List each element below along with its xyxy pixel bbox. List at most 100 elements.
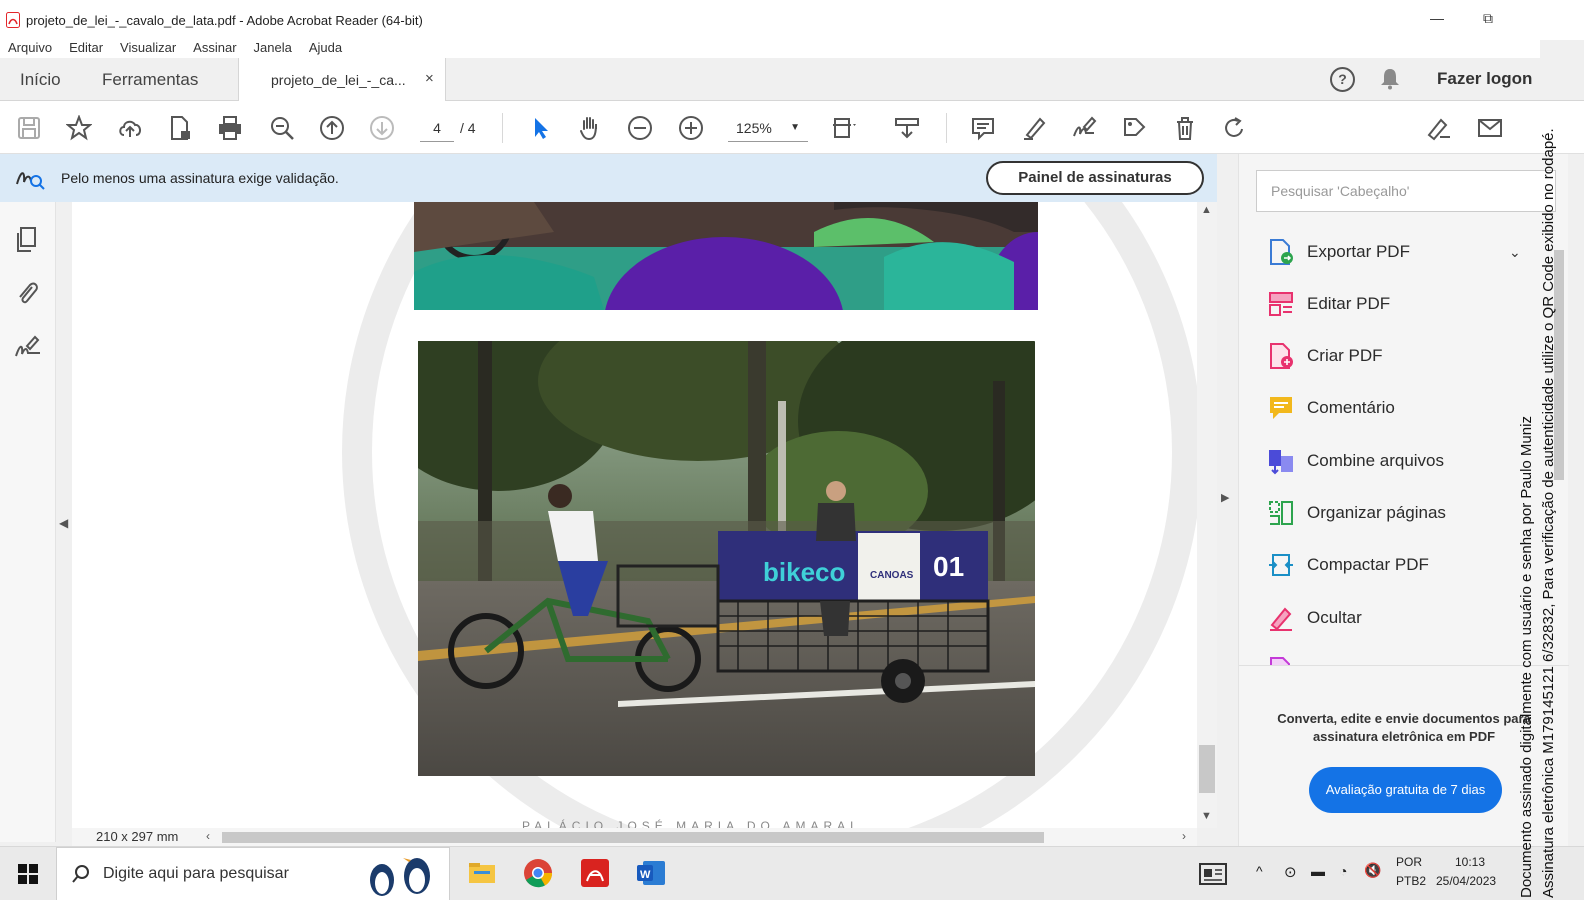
attachments-paperclip-icon[interactable]: [14, 279, 40, 307]
minimize-button[interactable]: —: [1430, 10, 1444, 26]
sign-icon[interactable]: [1070, 114, 1098, 142]
compress-icon: [1269, 554, 1293, 576]
document-viewport[interactable]: bikeco CANOAS 01 PALÁCIO JOSÉ MARIA DO A…: [72, 202, 1197, 828]
help-icon[interactable]: ?: [1330, 67, 1355, 92]
windows-start-icon[interactable]: [18, 864, 38, 884]
tool-organize-pages[interactable]: Organizar páginas: [1267, 497, 1446, 529]
page-fit-icon[interactable]: [830, 114, 858, 142]
word-icon[interactable]: W: [635, 857, 667, 889]
tab-tools[interactable]: Ferramentas: [102, 70, 198, 90]
more-tool-icon: [1270, 657, 1290, 665]
highlight-pen-icon[interactable]: [1020, 114, 1048, 142]
tool-export-pdf[interactable]: Exportar PDF: [1267, 236, 1410, 268]
previous-page-icon[interactable]: [318, 114, 346, 142]
document-vertical-scrollbar[interactable]: ▲ ▼: [1197, 202, 1217, 828]
tray-chevron-up-icon[interactable]: ^: [1256, 863, 1263, 879]
tool-more-partial[interactable]: [1267, 654, 1307, 665]
scroll-left-icon[interactable]: ‹: [206, 829, 210, 843]
create-pdf-icon: [1270, 343, 1293, 369]
comment-icon: [1270, 397, 1292, 419]
battery-icon[interactable]: ▬: [1311, 863, 1325, 879]
email-icon[interactable]: [1476, 114, 1504, 142]
window-title: projeto_de_lei_-_cavalo_de_lata.pdf - Ad…: [26, 12, 423, 28]
free-trial-button[interactable]: Avaliação gratuita de 7 dias: [1309, 767, 1502, 813]
signature-stamp-line-2: Assinatura eletrônica M179145121 6/32832…: [1540, 128, 1557, 898]
keyboard-layout-indicator[interactable]: PTB2: [1396, 874, 1426, 888]
page-thumbnails-icon[interactable]: [14, 226, 40, 254]
zoom-out-icon[interactable]: [626, 114, 654, 142]
acrobat-taskbar-icon[interactable]: [579, 857, 611, 889]
collapse-right-panel-icon[interactable]: ▶: [1221, 491, 1229, 504]
news-widget-icon[interactable]: [1199, 863, 1227, 885]
tool-comment[interactable]: Comentário: [1267, 392, 1395, 424]
menu-janela[interactable]: Janela: [254, 40, 292, 55]
select-cursor-icon[interactable]: [526, 114, 554, 142]
bookmark-star-icon[interactable]: [65, 114, 93, 142]
onedrive-icon[interactable]: ⊙: [1284, 863, 1297, 881]
export-pdf-icon: [1270, 239, 1293, 265]
upload-cloud-icon[interactable]: [116, 114, 144, 142]
next-page-icon[interactable]: [368, 114, 396, 142]
scroll-mode-icon[interactable]: [893, 114, 921, 142]
scroll-right-icon[interactable]: ›: [1182, 829, 1186, 843]
window-titlebar: projeto_de_lei_-_cavalo_de_lata.pdf - Ad…: [0, 0, 1584, 40]
clock-date[interactable]: 25/04/2023: [1436, 874, 1496, 888]
tool-combine-files[interactable]: Combine arquivos: [1267, 445, 1444, 477]
horizontal-scroll-thumb[interactable]: [222, 832, 1044, 843]
zoom-level-select[interactable]: 125% ▼: [728, 116, 808, 142]
tab-home[interactable]: Início: [20, 70, 61, 90]
comment-icon[interactable]: [969, 114, 997, 142]
network-icon[interactable]: ◔: [1339, 863, 1347, 879]
restore-button[interactable]: ⧉: [1483, 10, 1493, 27]
left-navigation-panel: [0, 202, 56, 842]
save-icon[interactable]: [15, 114, 43, 142]
tab-document-label: projeto_de_lei_-_ca...: [271, 72, 406, 88]
taskbar-search-box[interactable]: Digite aqui para pesquisar: [56, 847, 450, 900]
search-icon: [72, 865, 89, 883]
volume-muted-icon[interactable]: 🔇: [1364, 862, 1381, 879]
document-horizontal-scrollbar[interactable]: ‹ ›: [202, 829, 1186, 844]
delete-trash-icon[interactable]: [1171, 114, 1199, 142]
menu-ajuda[interactable]: Ajuda: [309, 40, 342, 55]
rotate-icon[interactable]: [1220, 114, 1248, 142]
chrome-icon[interactable]: [522, 857, 554, 889]
file-share-icon[interactable]: [166, 114, 194, 142]
zoom-search-icon[interactable]: [268, 114, 296, 142]
signature-validation-bar: Pelo menos uma assinatura exige validaçã…: [0, 154, 1217, 202]
svg-text:W: W: [640, 869, 651, 881]
tool-edit-pdf[interactable]: Editar PDF: [1267, 288, 1390, 320]
request-signature-icon[interactable]: [1425, 114, 1453, 142]
tool-redact[interactable]: Ocultar: [1267, 602, 1362, 634]
penguins-search-highlight-icon: [370, 858, 430, 896]
tab-document[interactable]: projeto_de_lei_-_ca... ×: [238, 58, 446, 102]
taskbar-search-placeholder: Digite aqui para pesquisar: [103, 865, 289, 882]
notification-bell-icon[interactable]: [1380, 68, 1400, 90]
signature-panel-button[interactable]: Painel de assinaturas: [986, 161, 1204, 195]
menu-visualizar[interactable]: Visualizar: [120, 40, 176, 55]
signature-validation-message: Pelo menos uma assinatura exige validaçã…: [61, 170, 339, 186]
document-photo-bike-cart: bikeco CANOAS 01: [418, 341, 1035, 776]
collapse-left-panel-icon[interactable]: ◀: [59, 516, 68, 530]
tool-compress-pdf[interactable]: Compactar PDF: [1267, 549, 1429, 581]
chevron-down-icon: ▼: [790, 122, 800, 133]
clock-time[interactable]: 10:13: [1455, 855, 1485, 869]
page-number-input[interactable]: 4: [420, 116, 454, 142]
zoom-in-icon[interactable]: [677, 114, 705, 142]
scroll-down-icon[interactable]: ▼: [1201, 810, 1212, 822]
language-indicator[interactable]: POR: [1396, 855, 1422, 869]
hand-tool-icon[interactable]: [576, 114, 604, 142]
edit-pdf-icon: [1269, 292, 1293, 316]
menu-arquivo[interactable]: Arquivo: [8, 40, 52, 55]
print-icon[interactable]: [216, 114, 244, 142]
vertical-scroll-thumb[interactable]: [1199, 745, 1215, 793]
tab-close-button[interactable]: ×: [425, 70, 434, 87]
stamp-tag-icon[interactable]: [1120, 114, 1148, 142]
file-explorer-icon[interactable]: [466, 857, 498, 889]
tool-label: Organizar páginas: [1307, 503, 1446, 522]
menu-editar[interactable]: Editar: [69, 40, 103, 55]
tool-create-pdf[interactable]: Criar PDF: [1267, 340, 1383, 372]
menu-assinar[interactable]: Assinar: [193, 40, 236, 55]
scroll-up-icon[interactable]: ▲: [1201, 204, 1212, 216]
signatures-panel-icon[interactable]: [14, 334, 42, 362]
photo-graphic: bikeco CANOAS 01: [418, 341, 1035, 776]
